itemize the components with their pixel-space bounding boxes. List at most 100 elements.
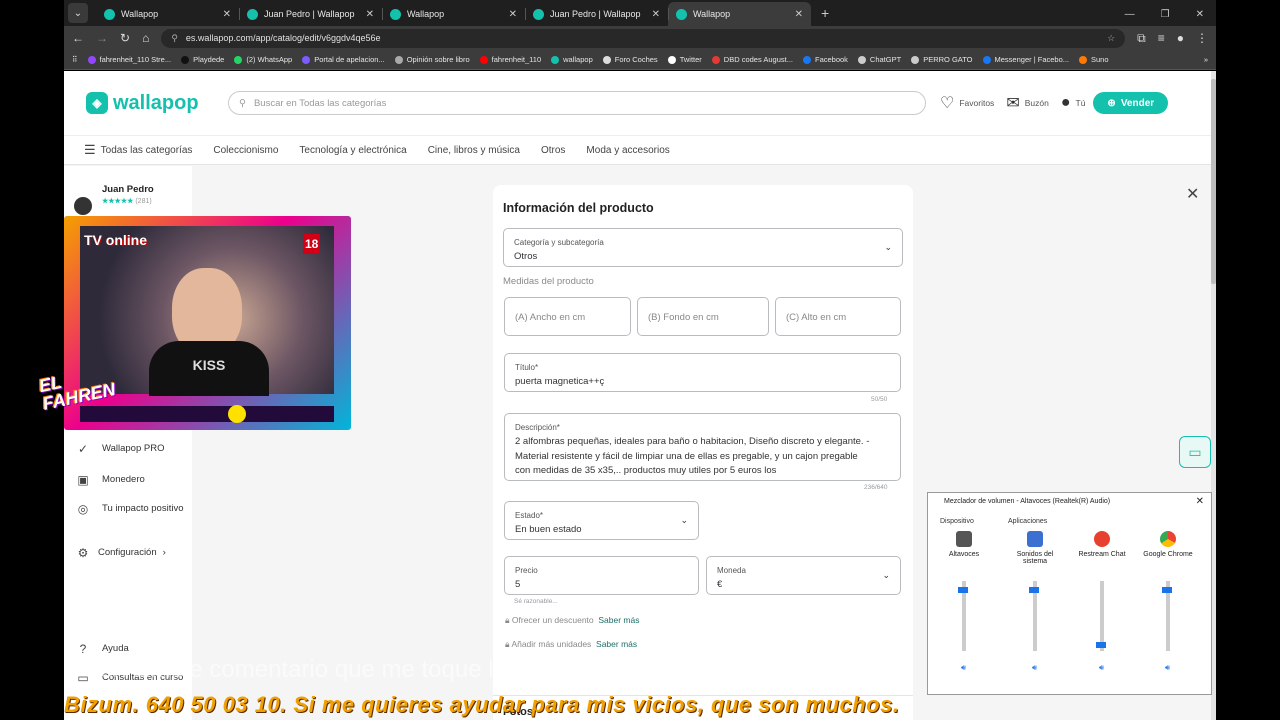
bookmark-item[interactable]: wallapop [551, 55, 593, 64]
description-textarea[interactable]: Descripción* 2 alfombras pequeñas, ideal… [504, 413, 901, 481]
hamburger-icon[interactable]: ☰ [84, 142, 96, 158]
bookmark-item[interactable]: Messenger | Facebo... [982, 55, 1069, 64]
browser-tab[interactable]: Juan Pedro | Wallapop ✕ [239, 2, 382, 26]
bookmark-item[interactable]: fahrenheit_110 [479, 55, 541, 64]
sidebar-item-monedero[interactable]: ▣ Monedero [74, 473, 190, 487]
bookmark-item[interactable]: Playdede [181, 55, 224, 64]
sidebar-item-impacto[interactable]: ◎ Tu impacto positivo [74, 502, 190, 516]
address-bar[interactable]: ⚲ es.wallapop.com/app/catalog/edit/v6ggd… [161, 28, 1126, 48]
mute-toggle-icon[interactable]: 🔊︎ [1165, 663, 1170, 673]
bookmark-star-icon[interactable]: ☆ [1107, 33, 1115, 44]
browser-tab[interactable]: Wallapop ✕ [96, 2, 239, 26]
depth-input[interactable]: (B) Fondo en cm [637, 297, 769, 336]
bookmark-item[interactable]: Opinión sobre libro [394, 55, 470, 64]
profile-icon[interactable]: ● [1177, 31, 1184, 45]
bookmark-item[interactable]: ChatGPT [857, 55, 901, 64]
sidebar-item-label: Configuración [98, 547, 157, 558]
extensions-icon[interactable]: ⧉ [1137, 31, 1146, 46]
bookmark-item[interactable]: Suno [1079, 55, 1109, 64]
discount-label: Ofrecer un descuento [511, 615, 594, 625]
sidebar-item-label: Wallapop PRO [102, 443, 165, 454]
tab-search-button[interactable]: ⌄ [68, 3, 88, 23]
chevron-down-icon: ⌄ [884, 242, 892, 252]
reading-list-icon[interactable]: ≡ [1158, 31, 1165, 45]
width-input[interactable]: (A) Ancho en cm [504, 297, 631, 336]
close-tab-icon[interactable]: ✕ [223, 9, 231, 20]
search-input[interactable]: ⚲ Buscar en Todas las categorías [228, 91, 926, 115]
forward-icon[interactable]: → [96, 31, 108, 45]
volume-slider-knob[interactable] [1162, 587, 1172, 593]
title-input[interactable]: Título* puerta magnetica++ç [504, 353, 901, 392]
avatar[interactable] [74, 197, 92, 215]
mute-toggle-icon[interactable]: 🔊︎ [1032, 663, 1037, 673]
sidebar-item-configuracion[interactable]: ⚙ Configuración › [74, 546, 190, 560]
close-tab-icon[interactable]: ✕ [366, 9, 374, 20]
state-select[interactable]: Estado* En buen estado ⌄ [504, 501, 699, 540]
price-input[interactable]: Precio 5 [504, 556, 699, 595]
category-link[interactable]: Otros [541, 145, 565, 156]
bookmark-label: wallapop [563, 55, 593, 64]
back-icon[interactable]: ← [72, 31, 84, 45]
user-name[interactable]: Juan Pedro [102, 184, 154, 195]
category-link[interactable]: Todas las categorías [101, 145, 193, 156]
category-link[interactable]: Moda y accesorios [586, 145, 669, 156]
volume-slider[interactable] [1029, 581, 1039, 651]
bookmark-item[interactable]: Foro Coches [602, 55, 658, 64]
favorites-link[interactable]: ♡ Favoritos [940, 93, 994, 113]
height-input[interactable]: (C) Alto en cm [775, 297, 901, 336]
bookmark-item[interactable]: fahrenheit_110 Stre... [87, 55, 171, 64]
discount-info-link[interactable]: Saber más [598, 615, 639, 625]
bookmark-item[interactable]: PERRO GATO [911, 55, 973, 64]
mute-toggle-icon[interactable]: 🔊︎ [961, 663, 966, 673]
browser-tab[interactable]: Juan Pedro | Wallapop ✕ [525, 2, 668, 26]
bookmark-item[interactable]: Portal de apelacion... [302, 55, 385, 64]
bookmark-item[interactable]: Twitter [667, 55, 702, 64]
category-select[interactable]: Categoría y subcategoría Otros ⌄ [503, 228, 903, 267]
bookmark-item[interactable]: Facebook [802, 55, 848, 64]
volume-slider-knob[interactable] [1029, 587, 1039, 593]
currency-select[interactable]: Moneda € ⌄ [706, 556, 901, 595]
home-icon[interactable]: ⌂ [142, 31, 149, 45]
close-tab-icon[interactable]: ✕ [509, 9, 517, 20]
maximize-icon[interactable]: ❐ [1161, 9, 1170, 20]
minimize-icon[interactable]: — [1125, 9, 1135, 20]
price-label: Precio [515, 566, 538, 575]
mute-toggle-icon[interactable]: 🔊︎ [1099, 663, 1104, 673]
sell-button[interactable]: ⊕ Vender [1093, 92, 1169, 114]
site-info-icon[interactable]: ⚲ [171, 33, 178, 44]
category-link[interactable]: Cine, libros y música [428, 145, 520, 156]
browser-tab-active[interactable]: Wallapop ✕ [668, 2, 811, 26]
volume-slider[interactable] [1096, 581, 1106, 651]
units-info-link[interactable]: Saber más [596, 639, 637, 649]
sell-label: Vender [1120, 97, 1155, 109]
volume-slider-knob[interactable] [958, 587, 968, 593]
close-window-icon[interactable]: ✕ [1196, 9, 1204, 20]
sidebar-item-ayuda[interactable]: ? Ayuda [74, 642, 190, 656]
volume-slider[interactable] [958, 581, 968, 651]
description-char-count: 236/640 [864, 484, 888, 491]
apps-icon[interactable]: ⠿ [72, 55, 78, 64]
reload-icon[interactable]: ↻ [120, 31, 130, 45]
close-tab-icon[interactable]: ✕ [652, 9, 660, 20]
bookmark-favicon-icon [302, 55, 311, 64]
wallapop-logo[interactable]: ◈ wallapop [86, 92, 206, 115]
sidebar-item-wallapop-pro[interactable]: ✓ Wallapop PRO [74, 442, 190, 456]
inbox-link[interactable]: ✉ Buzón [1006, 93, 1049, 113]
volume-slider[interactable] [1162, 581, 1172, 651]
bookmark-item[interactable]: DBD codes August... [711, 55, 793, 64]
bookmark-label: Foro Coches [614, 55, 658, 64]
category-link[interactable]: Coleccionismo [213, 145, 278, 156]
category-link[interactable]: Tecnología y electrónica [299, 145, 406, 156]
close-icon[interactable]: ✕ [1196, 496, 1204, 507]
new-tab-icon[interactable]: + [821, 5, 829, 21]
browser-tab[interactable]: Wallapop ✕ [382, 2, 525, 26]
close-icon[interactable]: ✕ [1186, 184, 1199, 204]
bookmark-item[interactable]: (2) WhatsApp [234, 55, 292, 64]
chat-help-button[interactable]: ▭ [1179, 436, 1211, 468]
close-tab-icon[interactable]: ✕ [795, 9, 803, 20]
more-bookmarks-icon[interactable]: » [1204, 55, 1208, 64]
profile-link[interactable]: ● Tú [1061, 94, 1086, 112]
menu-icon[interactable]: ⋮ [1196, 31, 1208, 45]
scrollbar-thumb[interactable] [1211, 79, 1216, 284]
volume-slider-knob[interactable] [1096, 642, 1106, 648]
